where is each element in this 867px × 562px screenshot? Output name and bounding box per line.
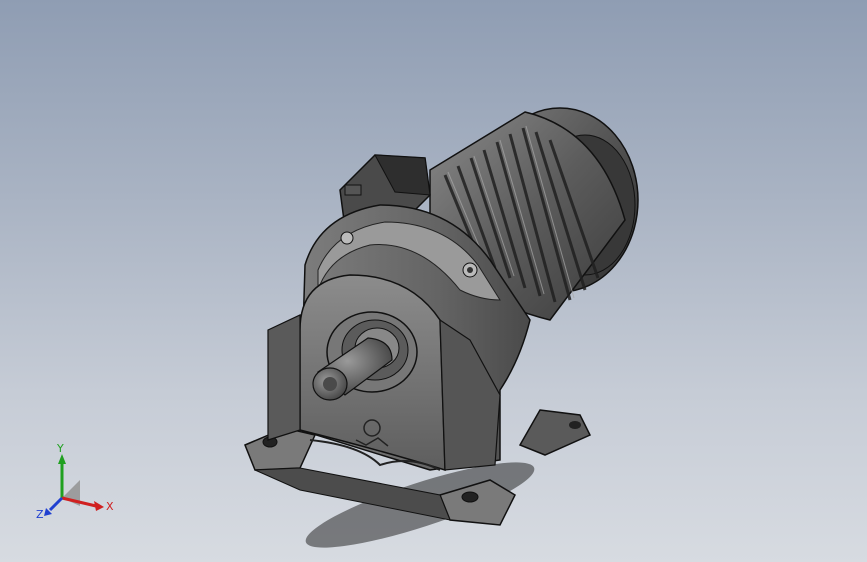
x-axis-label: X (106, 500, 114, 513)
z-axis-line (48, 496, 64, 512)
gear-motor-model[interactable] (0, 0, 867, 562)
coordinate-triad: Y X Z (36, 442, 114, 521)
y-axis-arrow (58, 454, 66, 464)
graphics-viewport[interactable]: Y X Z (0, 0, 867, 562)
z-axis-label: Z (36, 508, 44, 521)
y-axis-label: Y (56, 442, 64, 455)
x-axis-arrow (94, 501, 104, 511)
